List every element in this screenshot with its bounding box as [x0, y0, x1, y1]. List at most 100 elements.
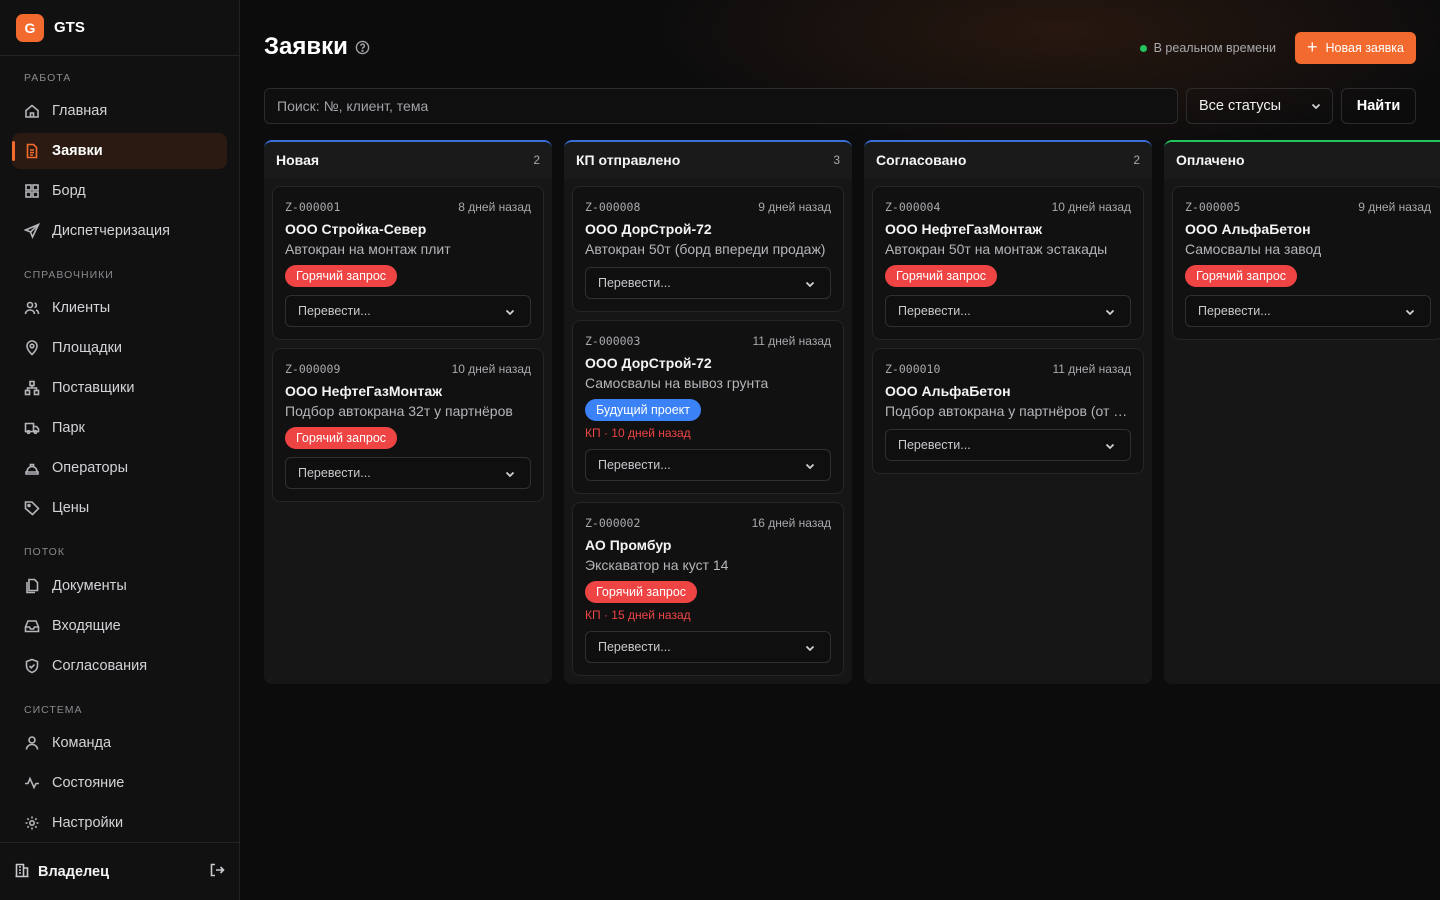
move-status-placeholder: Перевести... [598, 640, 671, 654]
sidebar-item-label: Операторы [52, 460, 129, 476]
column-title: КП отправлено [576, 152, 681, 168]
section-system: СИСТЕМА [24, 704, 83, 716]
request-client: ООО АльфаБетон [1185, 221, 1311, 237]
column-title: Новая [276, 152, 320, 168]
chevron-down-icon [504, 306, 516, 321]
request-card[interactable]: Z-000005 9 дней назад ООО АльфаБетон Сам… [1172, 186, 1440, 340]
request-topic: Подбор автокрана 32т у партнёров [285, 403, 513, 419]
request-topic: Экскаватор на куст 14 [585, 557, 729, 573]
sidebar-item-prices[interactable]: Цены [12, 490, 227, 526]
sidebar-item-sites[interactable]: Площадки [12, 330, 227, 366]
board-column-approved: Согласовано 2 Z-000004 10 дней назад ООО… [864, 140, 1152, 684]
sidebar-item-status[interactable]: Состояние [12, 765, 227, 801]
move-status-select[interactable]: Перевести... [885, 429, 1131, 461]
column-count: 2 [1133, 153, 1140, 167]
network-icon [24, 380, 40, 396]
find-button[interactable]: Найти [1341, 88, 1416, 124]
chevron-down-icon [1310, 100, 1322, 116]
sidebar-item-label: Команда [52, 735, 112, 751]
chevron-down-icon [1404, 306, 1416, 321]
request-card[interactable]: Z-000001 8 дней назад ООО Стройка-Север … [272, 186, 544, 340]
sidebar-item-label: Диспетчеризация [52, 223, 170, 239]
move-status-select[interactable]: Перевести... [1185, 295, 1431, 327]
sidebar-item-label: Парк [52, 420, 85, 436]
new-request-label: Новая заявка [1325, 41, 1404, 55]
sidebar-item-fleet[interactable]: Парк [12, 410, 227, 446]
sidebar: G GTS РАБОТА Главная Заявки Борд Диспетч… [0, 0, 240, 900]
live-dot-icon [1139, 44, 1147, 52]
chevron-down-icon [804, 278, 816, 293]
sidebar-item-label: Поставщики [52, 380, 135, 396]
brand-name: GTS [54, 19, 85, 36]
move-status-select[interactable]: Перевести... [585, 449, 831, 481]
chevron-down-icon [504, 468, 516, 483]
request-number: Z-000001 [285, 200, 341, 214]
request-number: Z-000003 [585, 334, 641, 348]
status-filter-select[interactable]: Все статусы [1186, 88, 1333, 124]
sidebar-item-inbox[interactable]: Входящие [12, 608, 227, 644]
move-status-select[interactable]: Перевести... [585, 267, 831, 299]
request-card[interactable]: Z-000002 16 дней назад АО Промбур Экскав… [572, 502, 844, 676]
move-status-placeholder: Перевести... [898, 304, 971, 318]
sidebar-item-home[interactable]: Главная [12, 93, 227, 129]
request-card[interactable]: Z-000003 11 дней назад ООО ДорСтрой-72 С… [572, 320, 844, 494]
sidebar-item-approvals[interactable]: Согласования [12, 648, 227, 684]
request-topic: Самосвалы на завод [1185, 241, 1322, 257]
request-card[interactable]: Z-000008 9 дней назад ООО ДорСтрой-72 Ав… [572, 186, 844, 312]
status-filter-value: Все статусы [1199, 98, 1282, 114]
users-icon [24, 300, 40, 316]
inbox-icon [24, 618, 40, 634]
sidebar-item-label: Согласования [52, 658, 148, 674]
sidebar-item-clients[interactable]: Клиенты [12, 290, 227, 326]
request-client: ООО ДорСтрой-72 [585, 221, 712, 237]
request-client: ООО НефтеГазМонтаж [285, 383, 443, 399]
move-status-select[interactable]: Перевести... [885, 295, 1131, 327]
sidebar-item-requests[interactable]: Заявки [12, 133, 227, 169]
request-age: 16 дней назад [751, 516, 831, 530]
move-status-select[interactable]: Перевести... [585, 631, 831, 663]
request-card[interactable]: Z-000009 10 дней назад ООО НефтеГазМонта… [272, 348, 544, 502]
brand[interactable]: G GTS [0, 0, 239, 56]
move-status-placeholder: Перевести... [898, 438, 971, 452]
chevron-down-icon [1104, 306, 1116, 321]
board-column-kp-sent: КП отправлено 3 Z-000008 9 дней назад ОО… [564, 140, 852, 684]
sidebar-item-label: Настройки [52, 815, 124, 831]
request-age: 10 дней назад [451, 362, 531, 376]
request-topic: Автокран 50т (борд впереди продаж) [585, 241, 826, 257]
sidebar-item-team[interactable]: Команда [12, 725, 227, 761]
request-card[interactable]: Z-000010 11 дней назад ООО АльфаБетон По… [872, 348, 1144, 474]
request-client: ООО НефтеГазМонтаж [885, 221, 1043, 237]
move-status-select[interactable]: Перевести... [285, 295, 531, 327]
hot-badge: Горячий запрос [285, 265, 398, 287]
future-project-badge: Будущий проект [585, 399, 701, 421]
sidebar-item-label: Площадки [52, 340, 123, 356]
page-title: Заявки [264, 33, 348, 60]
sidebar-item-documents[interactable]: Документы [12, 568, 227, 604]
chevron-down-icon [1104, 440, 1116, 455]
new-request-button[interactable]: + Новая заявка [1295, 32, 1416, 64]
request-card[interactable]: Z-000004 10 дней назад ООО НефтеГазМонта… [872, 186, 1144, 340]
sidebar-item-label: Главная [52, 103, 108, 119]
sidebar-item-label: Цены [52, 500, 90, 516]
sidebar-item-dispatch[interactable]: Диспетчеризация [12, 213, 227, 249]
document-icon [24, 143, 40, 159]
search-input[interactable] [264, 88, 1178, 124]
help-circle-icon[interactable] [355, 40, 370, 55]
request-age: 11 дней назад [752, 334, 831, 348]
current-user-role: Владелец [38, 863, 110, 880]
sidebar-item-board[interactable]: Борд [12, 173, 227, 209]
sidebar-item-suppliers[interactable]: Поставщики [12, 370, 227, 406]
section-flow: ПОТОК [24, 546, 65, 558]
logout-icon[interactable] [209, 862, 225, 881]
brand-logo: G [16, 13, 44, 42]
hot-badge: Горячий запрос [1185, 265, 1298, 287]
user-icon [24, 735, 40, 751]
realtime-label: В реальном времени [1153, 41, 1276, 55]
request-age: 9 дней назад [1358, 200, 1431, 214]
request-age: 8 дней назад [458, 200, 531, 214]
sidebar-item-settings[interactable]: Настройки [12, 805, 227, 841]
request-client: ООО Стройка-Север [285, 221, 427, 237]
sidebar-item-operators[interactable]: Операторы [12, 450, 227, 486]
move-status-select[interactable]: Перевести... [285, 457, 531, 489]
request-number: Z-000004 [885, 200, 941, 214]
